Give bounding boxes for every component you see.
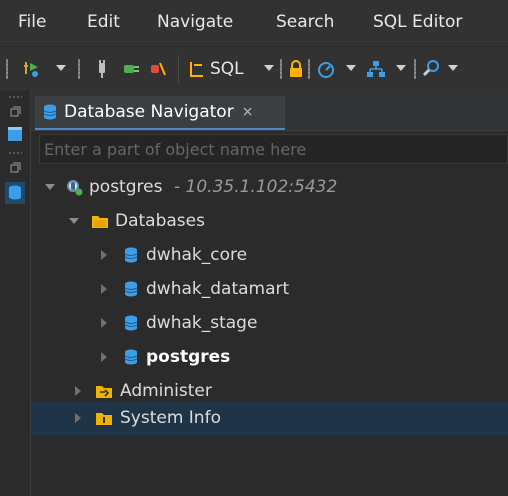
folder-icon [92,216,108,228]
expand-right-icon[interactable] [75,386,81,396]
toolbar-separator [178,55,179,83]
connection-name: postgres [89,177,163,197]
object-filter-input[interactable] [39,134,508,164]
database-navigator-panel: Database Navigator × postgres - 10.35.1.… [31,90,508,496]
search-icon[interactable] [420,57,442,81]
tab-database-navigator[interactable]: Database Navigator × [35,96,285,130]
dashboard-icon[interactable] [314,57,338,81]
database-icon [124,247,138,263]
postgresql-elephant-icon [67,180,83,196]
tree-row-database[interactable]: dwhak_stage [31,306,508,340]
databases-label: Databases [115,211,205,231]
toolbar-grip[interactable] [280,59,282,79]
sql-editor-icon[interactable] [188,57,206,81]
tree-row-system-info[interactable]: System Info [31,401,508,435]
expand-right-icon[interactable] [101,352,107,362]
new-connection-dropdown-icon[interactable] [56,65,66,71]
database-icon [124,349,138,365]
expand-right-icon[interactable] [101,318,107,328]
reconnect-icon[interactable] [118,57,142,81]
expand-right-icon[interactable] [101,284,107,294]
expand-right-icon[interactable] [75,413,81,423]
database-name: dwhak_datamart [146,279,290,299]
toolbar-grip[interactable] [414,59,416,79]
database-icon [124,281,138,297]
administer-folder-icon [96,386,112,398]
connection-host: - 10.35.1.102:5432 [174,177,338,197]
menu-bar: File Edit Navigate Search SQL Editor [0,0,508,46]
close-icon[interactable]: × [242,104,254,120]
view-tab-bar: Database Navigator × [31,90,508,131]
system-info-label: System Info [120,408,221,428]
menu-sql-editor[interactable]: SQL Editor [373,12,462,32]
main-toolbar: SQL [0,46,508,91]
tree-row-connection[interactable]: postgres - 10.35.1.102:5432 [31,170,508,204]
menu-navigate[interactable]: Navigate [157,12,233,32]
database-navigator-icon [43,104,57,120]
database-navigator-view-icon[interactable] [5,182,25,204]
menu-edit[interactable]: Edit [87,12,120,32]
database-name: dwhak_core [146,245,248,265]
toolbar-grip[interactable] [6,59,8,79]
lock-icon[interactable] [286,57,306,81]
administer-label: Administer [120,381,212,401]
menu-file[interactable]: File [18,12,46,32]
expand-right-icon[interactable] [101,250,107,260]
sql-button[interactable]: SQL [210,57,244,81]
sql-dropdown-icon[interactable] [264,65,274,71]
toolbar-grip[interactable] [308,59,310,79]
left-minimized-stack [0,90,31,496]
projects-view-icon[interactable] [7,126,23,142]
restore-icon[interactable] [9,162,21,174]
tree-row-database[interactable]: dwhak_datamart [31,272,508,306]
dashboard-dropdown-icon[interactable] [346,65,356,71]
connect-icon[interactable] [92,57,112,81]
restore-icon[interactable] [9,106,21,118]
expand-down-icon[interactable] [45,184,55,190]
er-diagram-dropdown-icon[interactable] [396,65,406,71]
menu-search[interactable]: Search [276,12,334,32]
tab-label: Database Navigator [64,102,234,122]
er-diagram-icon[interactable] [364,57,388,81]
strip-grip[interactable] [8,96,22,98]
expand-down-icon[interactable] [69,218,79,224]
strip-grip[interactable] [8,152,22,154]
database-icon [124,315,138,331]
toolbar-grip[interactable] [78,59,80,79]
tree-row-databases[interactable]: Databases [31,204,508,238]
disconnect-icon[interactable] [146,57,170,81]
tree-row-database-default[interactable]: postgres [31,340,508,374]
search-dropdown-icon[interactable] [448,65,458,71]
system-info-folder-icon [96,413,112,425]
tree-row-database[interactable]: dwhak_core [31,238,508,272]
database-name: dwhak_stage [146,313,258,333]
database-name: postgres [146,347,231,367]
new-connection-icon[interactable] [20,57,44,81]
